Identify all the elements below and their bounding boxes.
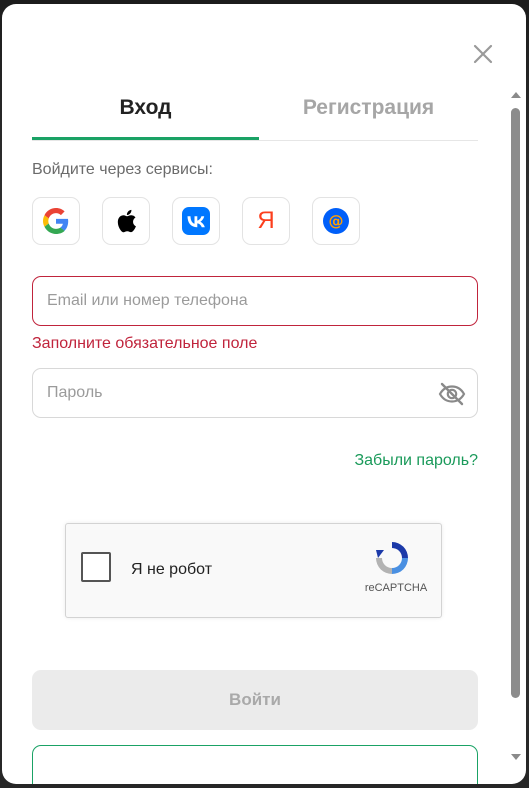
email-error-text: Заполните обязательное поле [32,335,258,352]
google-login-button[interactable] [32,197,80,245]
recaptcha-brand: reCAPTCHA [364,582,428,594]
yandex-login-button[interactable]: Я [242,197,290,245]
login-modal: Вход Регистрация Войдите через сервисы: … [2,4,526,784]
password-field[interactable] [32,368,478,418]
auth-tabs: Вход Регистрация [32,92,478,141]
scroll-up-icon[interactable] [511,92,521,98]
close-icon[interactable] [468,39,498,69]
vk-login-button[interactable] [172,197,220,245]
forgot-password-link[interactable]: Забыли пароль? [354,452,478,470]
scroll-down-icon[interactable] [511,754,521,760]
tab-login[interactable]: Вход [32,92,259,140]
submit-button[interactable]: Войти [32,670,478,730]
apple-icon [117,209,136,233]
eye-off-icon[interactable] [438,380,466,408]
apple-login-button[interactable] [102,197,150,245]
mailru-login-button[interactable]: @ [312,197,360,245]
email-field[interactable] [32,276,478,326]
recaptcha-logo-icon [376,542,408,574]
mailru-icon: @ [323,208,349,234]
recaptcha-widget: Я не робот reCAPTCHA [65,523,442,618]
scrollbar[interactable] [510,92,522,760]
tab-register[interactable]: Регистрация [259,92,478,137]
yandex-icon: Я [257,207,275,234]
scrollbar-thumb[interactable] [511,108,520,698]
svg-text:@: @ [329,212,344,230]
vk-icon [182,207,210,235]
services-label: Войдите через сервисы: [32,161,213,178]
recaptcha-label: Я не робот [131,561,213,578]
secondary-button[interactable] [32,745,478,784]
recaptcha-checkbox[interactable] [81,552,111,582]
google-icon [43,208,69,234]
